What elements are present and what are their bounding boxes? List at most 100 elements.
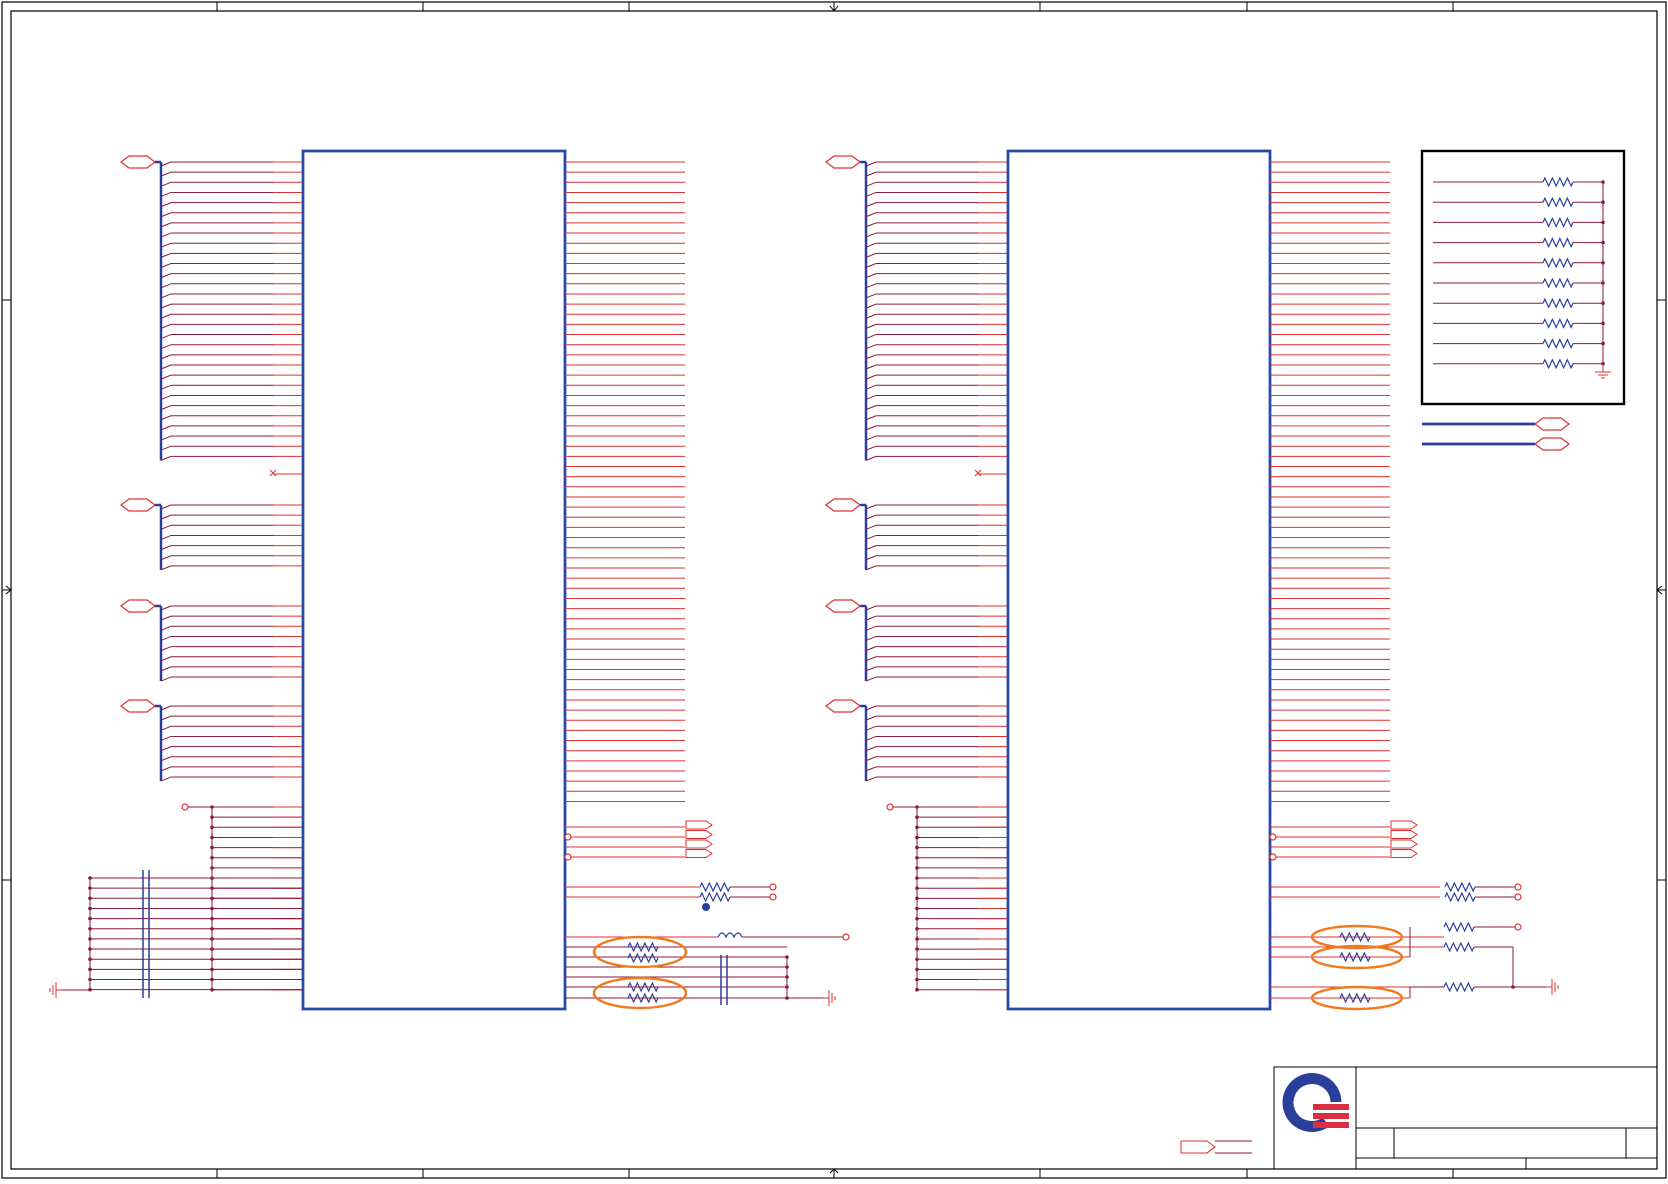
bus-entry xyxy=(865,405,877,411)
bus-entry xyxy=(160,545,172,551)
bus-entry xyxy=(160,425,172,431)
junction-dot-icon xyxy=(915,855,919,860)
quanta-logo xyxy=(1282,1073,1342,1132)
offpage-connector-icon xyxy=(120,599,156,613)
junction-dot-icon xyxy=(915,876,919,880)
junction-dot-icon xyxy=(915,815,919,819)
bus-entry xyxy=(160,202,172,208)
bus-entry xyxy=(865,212,877,218)
bus-entry xyxy=(865,455,877,461)
resistor-icon xyxy=(1443,921,1475,933)
junction-dot-icon xyxy=(702,903,710,911)
bus-entry xyxy=(160,534,172,540)
ground-icon xyxy=(1595,366,1611,379)
bus-entry xyxy=(865,445,877,451)
offpage-connector-icon xyxy=(120,155,156,169)
junction-dot-icon xyxy=(915,825,919,830)
bus-entry xyxy=(865,222,877,228)
bus-entry xyxy=(160,171,172,177)
junction-dot-icon xyxy=(210,825,214,830)
bus-entry xyxy=(865,263,877,268)
ground-icon xyxy=(823,990,836,1006)
junction-dot-icon xyxy=(915,886,919,890)
bus-entry xyxy=(160,293,172,299)
resistor-icon xyxy=(1542,216,1574,228)
bus-entry xyxy=(160,646,172,652)
bus-entry xyxy=(160,625,172,631)
bus-entry xyxy=(865,646,877,652)
bus-entry xyxy=(865,435,877,441)
arrow-icon xyxy=(1656,585,1666,595)
offpage-connector-icon xyxy=(685,839,713,849)
bus-entry xyxy=(865,252,877,258)
bus-entry xyxy=(160,405,172,411)
bus-entry xyxy=(865,303,877,309)
resistor-icon xyxy=(1542,338,1574,350)
junction-dot-icon xyxy=(915,866,919,870)
offpage-connector-icon xyxy=(1390,830,1418,839)
bus-entry xyxy=(865,625,877,631)
junction-dot-icon xyxy=(915,835,919,840)
resistor-icon xyxy=(627,952,659,964)
bus-entry xyxy=(865,374,877,380)
offpage-connector-icon xyxy=(685,820,713,830)
ic-package xyxy=(301,149,567,1011)
bus-entry xyxy=(160,676,172,682)
junction-dot-icon xyxy=(210,855,214,860)
offpage-connector-icon xyxy=(825,699,861,713)
bus-entry xyxy=(865,394,877,400)
bus-entry xyxy=(865,676,877,682)
bus-entry xyxy=(865,171,877,177)
junction-dot-icon xyxy=(785,975,789,979)
terminal-icon xyxy=(1514,893,1522,901)
bus-entry xyxy=(865,181,877,187)
junction-dot-icon xyxy=(915,957,919,962)
bus-entry xyxy=(865,242,877,248)
offpage-connector-icon xyxy=(1181,1146,1216,1154)
resistor-icon xyxy=(1542,176,1574,188)
bus-entry xyxy=(160,252,172,258)
junction-dot-icon xyxy=(785,985,789,989)
bus-entry xyxy=(865,524,877,530)
offpage-connector-icon xyxy=(1390,820,1418,830)
bus-entry xyxy=(160,776,172,782)
bus-entry xyxy=(160,334,172,340)
resistor-icon xyxy=(1542,297,1574,309)
bus-entry xyxy=(865,514,877,520)
bus-entry xyxy=(160,524,172,530)
offpage-connector-icon xyxy=(120,699,156,713)
bus-entry xyxy=(160,435,172,441)
bus-entry xyxy=(865,635,877,641)
terminal-icon xyxy=(886,803,894,811)
no-connect-icon xyxy=(974,469,982,477)
bus-entry xyxy=(865,293,877,299)
terminal-icon xyxy=(1514,883,1522,891)
bus-entry xyxy=(160,715,172,721)
junction-dot-icon xyxy=(1511,985,1515,989)
terminal-icon xyxy=(564,853,572,861)
junction-dot-icon xyxy=(915,906,919,911)
bus-entry xyxy=(865,545,877,551)
offpage-connector-icon xyxy=(1390,839,1418,849)
bus-entry xyxy=(160,212,172,218)
bus-entry xyxy=(160,161,172,167)
offpage-connector-icon xyxy=(685,849,713,858)
bus-entry xyxy=(865,725,877,731)
bus-entry xyxy=(865,766,877,772)
junction-dot-icon xyxy=(210,835,214,840)
junction-dot-icon xyxy=(915,977,919,982)
bus-entry xyxy=(160,615,172,621)
junction-dot-icon xyxy=(785,965,789,969)
arrow-icon xyxy=(829,1168,839,1178)
resistor-icon xyxy=(1542,317,1574,329)
bus-entry xyxy=(865,565,877,571)
resistor-icon xyxy=(1542,358,1574,370)
bus-entry xyxy=(865,191,877,197)
bus-entry xyxy=(160,725,172,731)
offpage-connector-icon xyxy=(1534,437,1570,451)
inductor-icon xyxy=(717,932,743,939)
bus-entry xyxy=(865,344,877,350)
bus-entry xyxy=(160,263,172,268)
bus-entry xyxy=(865,615,877,621)
bus-entry xyxy=(865,605,877,611)
